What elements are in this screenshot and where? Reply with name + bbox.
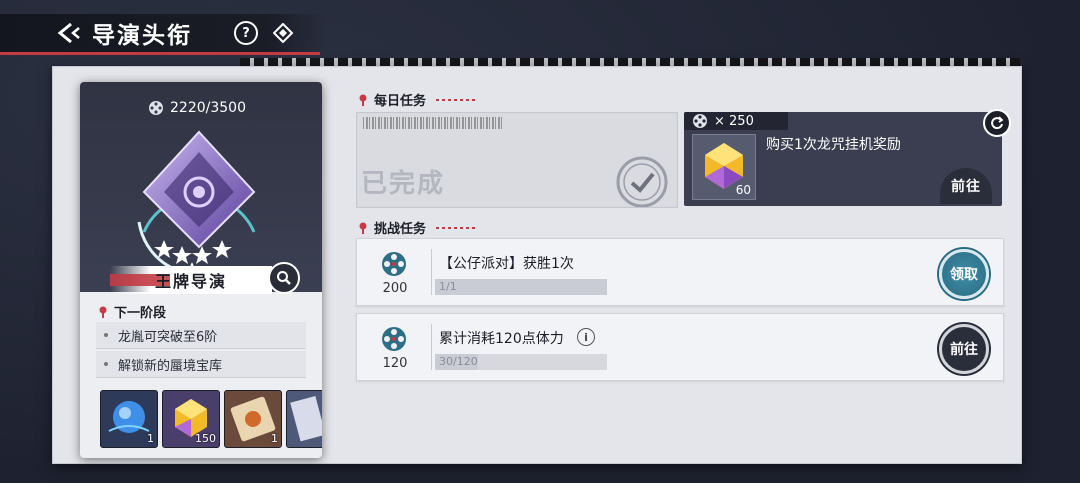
task-divider: [431, 324, 432, 370]
reward-count: 60: [735, 183, 751, 197]
next-stage-heading: 下一阶段: [98, 302, 166, 321]
rank-title: 王牌导演: [154, 272, 227, 291]
reward-count: 1: [271, 432, 278, 445]
diamond-menu-icon[interactable]: [272, 22, 294, 44]
pin-icon: [99, 306, 107, 318]
title-progress-text: 2220/3500: [170, 100, 246, 116]
card-icon: [287, 391, 322, 447]
header-bar: 导演头衔 ?: [0, 14, 330, 55]
help-icon[interactable]: ?: [234, 21, 258, 45]
title-card: 2220/3500 王牌导演 下一阶段 龙胤可突破至6阶 解锁新的蜃境宝库 1 …: [80, 82, 322, 458]
task-name: 【公仔派对】获胜1次: [439, 256, 574, 272]
stage-item-text: 解锁新的蜃境宝库: [118, 358, 223, 374]
challenge-section-heading: 挑战任务: [358, 218, 477, 237]
cost-tag: × 250: [684, 112, 788, 130]
cost-value: × 250: [714, 113, 754, 129]
reward-item[interactable]: 1: [100, 390, 158, 448]
check-stamp-icon: [616, 156, 668, 207]
director-emblem-icon: [137, 130, 256, 280]
daily-reward-description: 购买1次龙咒挂机奖励: [766, 137, 901, 153]
heading-decoration: [436, 98, 477, 101]
film-reel-icon: [382, 252, 406, 276]
pin-icon: [359, 222, 367, 234]
task-progress-text: 1/1: [439, 280, 457, 293]
title-progress: 2220/3500: [148, 100, 246, 116]
completed-label: 已完成: [361, 169, 446, 199]
rank-plate: 王牌导演: [110, 266, 272, 294]
claim-button[interactable]: 领取: [939, 249, 989, 299]
stage-item-text: 龙胤可突破至6阶: [118, 329, 218, 345]
heading-decoration: [436, 226, 477, 229]
reward-count: 150: [195, 432, 216, 445]
daily-section-title: 每日任务: [374, 94, 427, 109]
refresh-icon[interactable]: [983, 109, 1011, 137]
reward-item[interactable]: 60: [692, 134, 756, 200]
bullet-icon: [104, 333, 108, 337]
challenge-task: 200 【公仔派对】获胜1次 1/1 领取: [356, 238, 1004, 306]
page-title: 导演头衔: [92, 23, 192, 49]
challenge-task: 120 累计消耗120点体力 i 30/120 前往: [356, 313, 1004, 381]
reward-count: 1: [147, 432, 154, 445]
pin-icon: [359, 94, 367, 106]
task-progress-fill: [435, 279, 607, 295]
task-points: 120: [382, 356, 408, 371]
daily-section-heading: 每日任务: [358, 90, 477, 109]
film-reel-icon: [693, 114, 707, 128]
stage-rewards: 1 150 1: [100, 390, 322, 448]
header-accent-line: [0, 52, 320, 55]
magnifier-icon[interactable]: [268, 262, 300, 294]
daily-task-completed: 已完成: [356, 112, 678, 208]
film-reel-icon: [149, 101, 163, 115]
task-points: 200: [382, 281, 408, 296]
task-progress-text: 30/120: [439, 355, 478, 368]
bullet-icon: [104, 362, 108, 366]
info-icon[interactable]: i: [577, 328, 595, 346]
barcode-decoration: [363, 117, 503, 129]
task-name: 累计消耗120点体力: [439, 331, 564, 347]
reward-item[interactable]: 1: [224, 390, 282, 448]
next-stage-list: 龙胤可突破至6阶 解锁新的蜃境宝库: [96, 322, 306, 380]
film-reel-icon: [382, 327, 406, 351]
task-divider: [431, 249, 432, 295]
list-item: 龙胤可突破至6阶: [96, 322, 306, 349]
challenge-section-title: 挑战任务: [374, 222, 427, 237]
list-item: 解锁新的蜃境宝库: [96, 351, 306, 378]
next-stage-title: 下一阶段: [114, 306, 167, 321]
reward-item[interactable]: 150: [162, 390, 220, 448]
back-arrow-icon[interactable]: [56, 18, 86, 48]
task-progress-bar: [435, 279, 607, 295]
reward-item[interactable]: [286, 390, 322, 448]
go-button[interactable]: 前往: [939, 324, 989, 374]
